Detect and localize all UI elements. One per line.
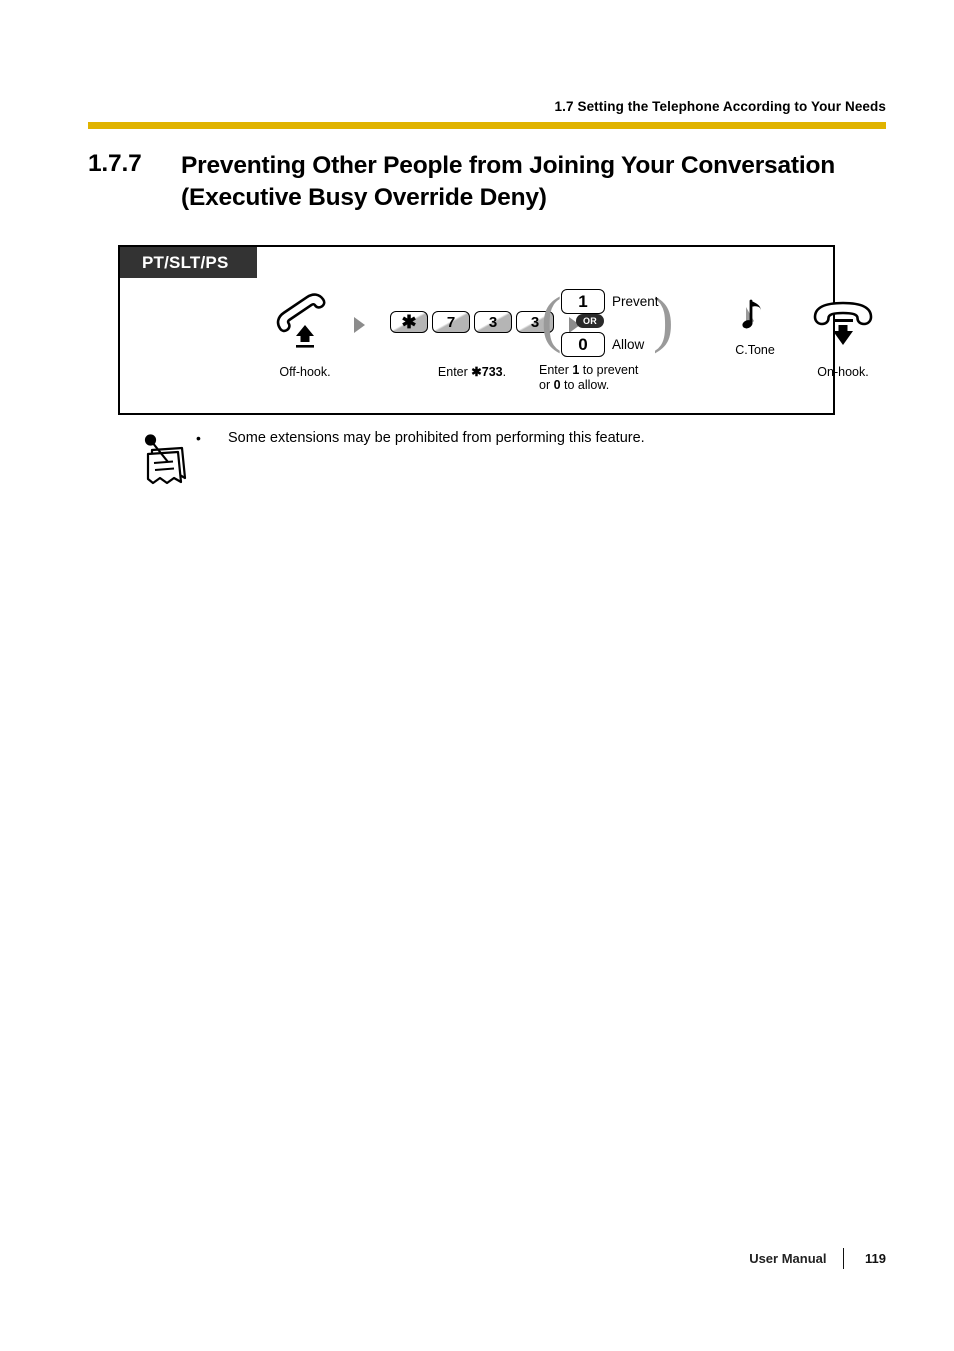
- bracket-left: (: [541, 286, 562, 354]
- header-rule: [88, 122, 886, 129]
- key-1-label: 1: [578, 292, 588, 311]
- key-7-label: 7: [446, 313, 456, 331]
- phone-type-tab: PT/SLT/PS: [120, 247, 257, 278]
- key-asterisk[interactable]: ✱: [390, 311, 428, 333]
- step-off-hook: Off-hook.: [265, 293, 345, 380]
- step-off-hook-caption: Off-hook.: [279, 365, 331, 379]
- step-on-hook-caption: On-hook.: [817, 365, 869, 379]
- page-title: 1.7.7 Preventing Other People from Joini…: [88, 150, 898, 214]
- music-note-icon: [720, 295, 790, 339]
- choose-caption-2c: to allow.: [560, 378, 610, 392]
- step-choose-option-caption: Enter 1 to prevent or 0 to allow.: [490, 363, 720, 393]
- option-allow-label: Allow: [612, 337, 645, 352]
- page-footer: User Manual 119: [88, 1248, 886, 1269]
- choose-caption-1c: to prevent: [579, 363, 639, 377]
- key-asterisk-label: ✱: [401, 311, 417, 332]
- procedure-diagram: PT/SLT/PS Off-hook. ✱ 7 3 3 Enter ✱733. …: [118, 245, 873, 415]
- key-0-label: 0: [578, 335, 588, 354]
- handset-off-hook-icon: [265, 293, 345, 351]
- section-title-text: Preventing Other People from Joining You…: [181, 152, 835, 211]
- section-number: 1.7.7: [88, 150, 142, 177]
- note-bullet: •: [196, 430, 201, 446]
- flow-arrow-icon: [354, 317, 365, 333]
- step-on-hook: On-hook.: [798, 293, 888, 380]
- or-badge-label: OR: [582, 316, 598, 326]
- footer-page-number: 119: [865, 1251, 886, 1266]
- step-choose-option: ( ) 1 Prevent OR 0 Allow Enter 1 to prev…: [490, 285, 720, 393]
- option-prevent-label: Prevent: [612, 294, 659, 309]
- confirmation-tone-label: C.Tone: [735, 343, 775, 357]
- choose-caption-2b: 0: [553, 378, 561, 392]
- procedure-flow: Off-hook. ✱ 7 3 3 Enter ✱733. () 1 Prev…: [120, 285, 873, 411]
- enter-code-prefix: Enter: [437, 365, 472, 379]
- phone-type-tab-label: PT/SLT/PS: [142, 252, 229, 272]
- choose-caption-2a: or: [539, 378, 554, 392]
- note-text: Some extensions may be prohibited from p…: [228, 430, 645, 446]
- key-7[interactable]: 7: [432, 311, 470, 333]
- or-badge: OR: [576, 314, 604, 328]
- choose-caption-line-1: Enter 1 to prevent: [539, 363, 720, 378]
- step-confirmation-tone: C.Tone: [720, 295, 790, 358]
- option-prevent[interactable]: 1 Prevent: [561, 289, 659, 314]
- handset-on-hook-icon: [798, 293, 888, 351]
- choose-caption-line-2: or 0 to allow.: [539, 378, 720, 393]
- option-group: ( ) 1 Prevent OR 0 Allow: [541, 283, 674, 361]
- notepad-pencil-icon: [138, 428, 200, 490]
- key-0[interactable]: 0: [561, 332, 605, 357]
- choose-caption-1a: Enter: [539, 363, 573, 377]
- running-header-text: 1.7 Setting the Telephone According to Y…: [554, 99, 886, 114]
- footer-label: User Manual: [749, 1251, 827, 1266]
- key-1[interactable]: 1: [561, 289, 605, 314]
- option-allow[interactable]: 0 Allow: [561, 332, 644, 357]
- footer-separator: [842, 1248, 844, 1269]
- running-header: 1.7 Setting the Telephone According to Y…: [88, 98, 886, 116]
